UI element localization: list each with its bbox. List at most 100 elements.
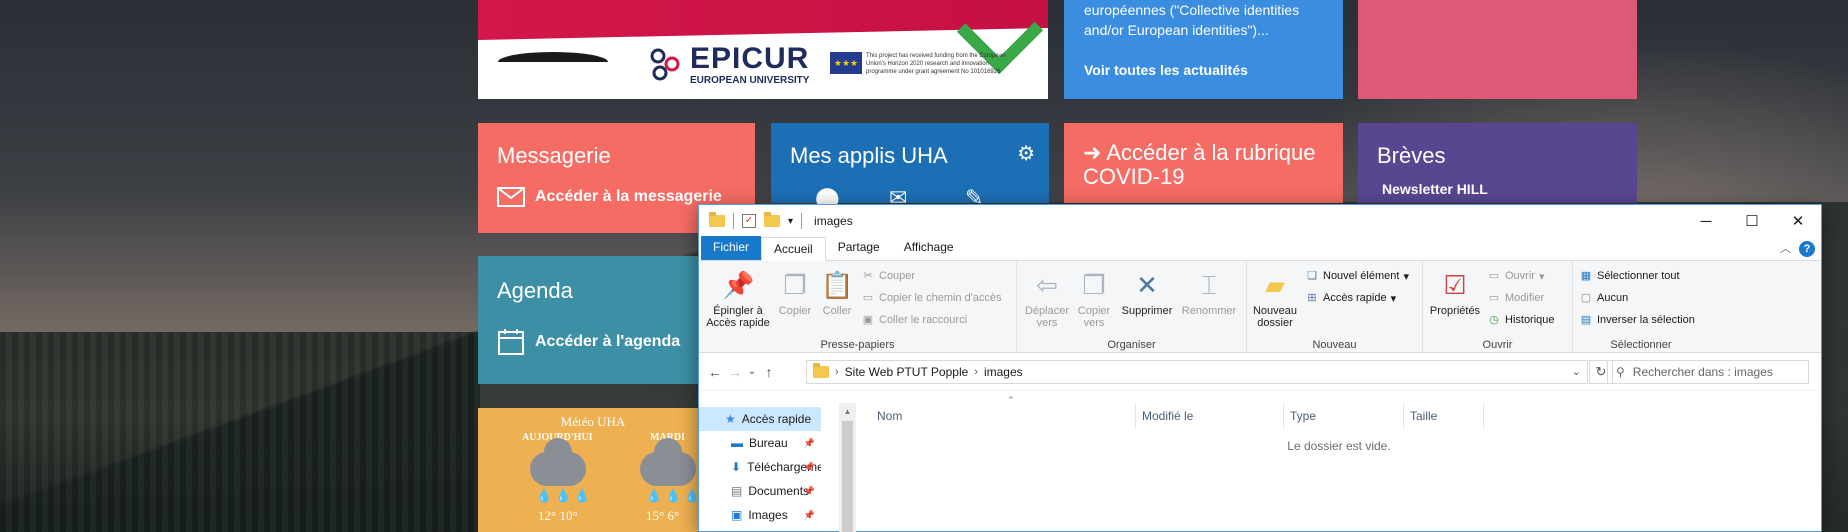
pin-icon[interactable]: 📌	[804, 438, 815, 449]
covid-tile[interactable]: ➜ Accéder à la rubrique COVID-19	[1064, 123, 1343, 203]
new-folder-label: Nouveau dossier	[1252, 305, 1298, 329]
paste-button[interactable]: 📋 Coller	[817, 269, 857, 317]
copy-path-label: Copier le chemin d'accès	[879, 292, 1002, 304]
scroll-thumb[interactable]	[842, 421, 853, 532]
nav-item-documents[interactable]: ▤ Documents 📌	[699, 479, 821, 503]
messagerie-action-label: Accéder à la messagerie	[535, 188, 722, 205]
cloud-rain-icon	[640, 438, 696, 486]
address-dropdown-icon[interactable]: ⌄	[1572, 365, 1581, 378]
tab-partage[interactable]: Partage	[826, 236, 892, 260]
clipboard-icon: 📋	[821, 270, 854, 300]
column-header-type[interactable]: Type	[1284, 403, 1404, 429]
rain-drops-icon: 💧💧💧	[536, 488, 594, 503]
news-tile: européennes ("Collective identities and/…	[1064, 0, 1343, 99]
column-header-modifie[interactable]: Modifié le	[1136, 403, 1284, 429]
breadcrumb-chevron-icon[interactable]: ›	[835, 366, 839, 378]
new-folder-button[interactable]: ▰ Nouveau dossier	[1249, 269, 1301, 329]
customize-toolbar-chevron-icon[interactable]: ▾	[788, 216, 793, 227]
select-none-button[interactable]: ▢ Aucun	[1579, 291, 1628, 305]
messagerie-link[interactable]: Accéder à la messagerie	[497, 187, 722, 207]
open-dropdown[interactable]: ▭ Ouvrir ▾	[1487, 269, 1545, 283]
tab-accueil[interactable]: Accueil	[761, 237, 826, 261]
window-controls: ─ ☐ ✕	[1683, 205, 1821, 237]
column-header-taille[interactable]: Taille	[1404, 403, 1484, 429]
nav-item-label: Accès rapide	[741, 412, 812, 426]
copy-to-label: Copier vers	[1077, 305, 1111, 329]
select-all-icon: ▦	[1580, 270, 1592, 282]
help-icon[interactable]: ?	[1799, 241, 1815, 257]
select-all-button[interactable]: ▦ Sélectionner tout	[1579, 269, 1680, 283]
nav-item-label: Bureau	[749, 436, 788, 450]
search-input[interactable]: ⚲ Rechercher dans : images	[1607, 360, 1809, 384]
back-arrow-icon[interactable]: ←	[705, 364, 725, 380]
pin-icon[interactable]: 📌	[804, 462, 815, 473]
download-icon: ⬇	[731, 460, 742, 474]
agenda-title: Agenda	[497, 278, 573, 303]
collapse-ribbon-icon[interactable]: ︿	[1780, 240, 1791, 256]
agenda-link[interactable]: Accéder à l'agenda	[497, 328, 680, 356]
copy-button[interactable]: ❐ Copier	[775, 269, 815, 317]
breadcrumb-item[interactable]: Site Web PTUT Popple	[845, 365, 969, 379]
copy-to-button[interactable]: ❐ Copier vers	[1073, 269, 1115, 329]
move-to-button[interactable]: ⇦ Déplacer vers	[1023, 269, 1071, 329]
easy-access-dropdown[interactable]: ⊞ Accès rapide ▾	[1305, 291, 1396, 305]
history-button[interactable]: ◷ Historique	[1487, 313, 1554, 327]
recent-locations-chevron-icon[interactable]: ⌄	[745, 366, 759, 377]
edit-icon: ▭	[1488, 292, 1500, 304]
pin-quick-access-button[interactable]: 📌 Épingler à Accès rapide	[703, 269, 773, 329]
epicur-banner[interactable]: EPICUR EUROPEAN UNIVERSITY ★★★ This proj…	[478, 0, 1048, 99]
nav-item-bureau[interactable]: ▬ Bureau 📌	[699, 431, 821, 455]
forward-arrow-icon[interactable]: →	[725, 364, 745, 380]
all-news-link[interactable]: Voir toutes les actualités	[1084, 62, 1248, 78]
file-explorer-window[interactable]: ✓ ▾ images ─ ☐ ✕ Fichier Accueil Partage…	[698, 204, 1822, 532]
applis-tile[interactable]: Mes applis UHA ⚙ ⬤ ✉ ✎	[771, 123, 1049, 210]
search-placeholder: Rechercher dans : images	[1632, 365, 1773, 379]
copy-path-button[interactable]: ▭ Copier le chemin d'accès	[861, 291, 1002, 305]
meteo-temp: 12° 10°	[538, 508, 578, 524]
paste-shortcut-label: Coller le raccourci	[879, 314, 968, 326]
edit-button[interactable]: ▭ Modifier	[1487, 291, 1544, 305]
properties-quick-icon[interactable]: ✓	[742, 214, 756, 228]
rename-button[interactable]: ⌶ Renommer	[1177, 269, 1241, 317]
paste-shortcut-button[interactable]: ▣ Coller le raccourci	[861, 313, 967, 327]
easy-access-label: Accès rapide	[1323, 292, 1387, 304]
maximize-icon[interactable]: ☐	[1729, 205, 1775, 237]
properties-button[interactable]: ☑ Propriétés	[1427, 269, 1483, 317]
column-header-nom[interactable]: Nom	[871, 403, 1136, 429]
open-label: Ouvrir	[1505, 270, 1535, 282]
rename-icon: ⌶	[1201, 270, 1217, 300]
pink-tile[interactable]	[1358, 0, 1637, 99]
ribbon: 📌 Épingler à Accès rapide ❐ Copier 📋 Col…	[699, 261, 1821, 353]
minimize-icon[interactable]: ─	[1683, 205, 1729, 237]
address-bar[interactable]: › Site Web PTUT Popple › images ⌄	[806, 360, 1588, 384]
group-label: Sélectionner	[1610, 339, 1672, 351]
cut-button[interactable]: ✂ Couper	[861, 269, 915, 283]
nav-item-label: Documents	[748, 484, 810, 498]
background-forest	[0, 332, 480, 532]
delete-button[interactable]: ✕ Supprimer	[1119, 269, 1175, 317]
scroll-up-icon[interactable]: ▲	[839, 407, 856, 416]
nav-item-telechargements[interactable]: ⬇ Téléchargements 📌	[699, 455, 821, 479]
tab-fichier[interactable]: Fichier	[701, 236, 762, 260]
paste-label: Coller	[822, 305, 852, 317]
new-item-dropdown[interactable]: ❏ Nouvel élément ▾	[1305, 269, 1409, 283]
up-arrow-icon[interactable]: ↑	[759, 364, 779, 380]
breadcrumb-item[interactable]: images	[984, 365, 1023, 379]
window-titlebar[interactable]: ✓ ▾ images ─ ☐ ✕	[699, 205, 1821, 237]
breadcrumb-chevron-icon[interactable]: ›	[974, 366, 978, 378]
group-selectionner: ▦ Sélectionner tout ▢ Aucun ▤ Inverser la s…	[1573, 261, 1709, 353]
breves-item[interactable]: Newsletter HILL	[1382, 181, 1488, 197]
nav-item-images[interactable]: ▣ Images 📌	[699, 503, 821, 527]
star-icon: ★	[725, 412, 736, 426]
nav-item-acces-rapide[interactable]: ★ Accès rapide	[699, 407, 821, 431]
gear-icon[interactable]: ⚙	[1017, 141, 1035, 166]
nav-scrollbar[interactable]: ▲	[839, 403, 856, 532]
pin-icon[interactable]: 📌	[804, 486, 815, 497]
invert-selection-button[interactable]: ▤ Inverser la sélection	[1579, 313, 1695, 327]
close-icon[interactable]: ✕	[1775, 205, 1821, 237]
breves-tile[interactable]: Brèves Newsletter HILL	[1358, 123, 1637, 203]
new-folder-quick-icon[interactable]	[764, 212, 780, 227]
file-list: ⌃ Nom Modifié le Type Taille Le dossier …	[857, 395, 1821, 532]
tab-affichage[interactable]: Affichage	[892, 236, 966, 260]
pin-icon[interactable]: 📌	[804, 510, 815, 521]
